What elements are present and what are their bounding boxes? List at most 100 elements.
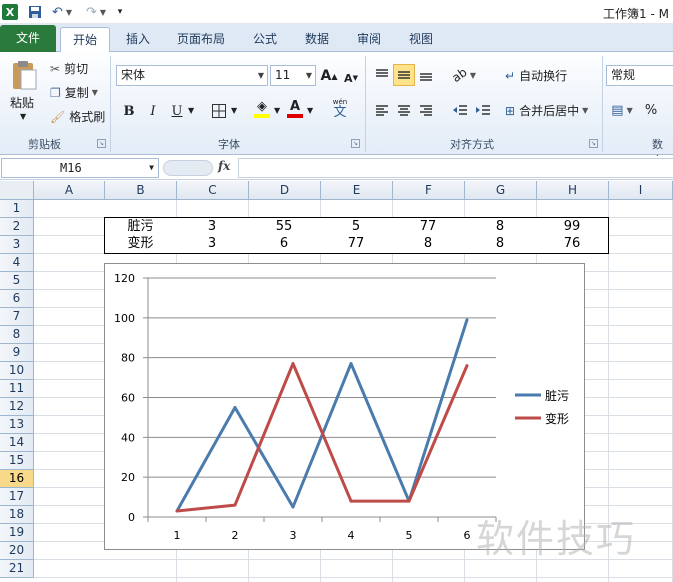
merge-dropdown-icon[interactable]: ▼	[582, 106, 588, 115]
table-cell[interactable]: 3	[176, 217, 249, 236]
row-header-2[interactable]: 2	[0, 218, 34, 236]
redo-icon[interactable]: ↷ ▼	[82, 3, 110, 21]
table-cell[interactable]: 55	[248, 217, 321, 236]
align-left-button[interactable]	[371, 99, 393, 121]
paste-icon[interactable]	[8, 57, 40, 93]
column-header-h[interactable]: H	[537, 181, 609, 200]
borders-button[interactable]	[208, 100, 230, 122]
row-header-7[interactable]: 7	[0, 308, 34, 326]
font-launcher-icon[interactable]: ↘	[351, 139, 360, 148]
row-header-6[interactable]: 6	[0, 290, 34, 308]
row-header-18[interactable]: 18	[0, 506, 34, 524]
row-header-9[interactable]: 9	[0, 344, 34, 362]
customize-toolbar-icon[interactable]: ▾	[114, 3, 126, 21]
row-header-3[interactable]: 3	[0, 236, 34, 254]
formula-bar-expander[interactable]	[163, 160, 213, 176]
percent-style-button[interactable]: %	[640, 99, 662, 121]
font-color-dropdown-icon[interactable]: ▼	[307, 106, 313, 115]
column-header-g[interactable]: G	[465, 181, 537, 200]
alignment-launcher-icon[interactable]: ↘	[589, 139, 598, 148]
align-right-button[interactable]	[415, 99, 437, 121]
increase-indent-button[interactable]	[472, 99, 494, 121]
clipboard-launcher-icon[interactable]: ↘	[97, 139, 106, 148]
tab-page-layout[interactable]: 页面布局	[170, 27, 232, 52]
italic-button[interactable]: I	[142, 100, 164, 122]
format-painter-button[interactable]: 🖌 格式刷	[50, 108, 105, 125]
row-label-cell[interactable]: 变形	[104, 235, 177, 254]
table-cell[interactable]: 6	[248, 235, 321, 254]
decrease-indent-button[interactable]	[449, 99, 471, 121]
column-header-i[interactable]: I	[609, 181, 673, 200]
tab-view[interactable]: 视图	[402, 27, 440, 52]
table-cell[interactable]: 5	[320, 217, 393, 236]
column-header-e[interactable]: E	[321, 181, 393, 200]
tab-data[interactable]: 数据	[298, 27, 336, 52]
wrap-text-button[interactable]: ↵ 自动换行	[505, 67, 567, 84]
grow-font-button[interactable]: A ▲	[318, 65, 340, 87]
tab-file[interactable]: 文件	[0, 25, 56, 52]
column-header-f[interactable]: F	[393, 181, 465, 200]
copy-dropdown-icon[interactable]: ▼	[92, 88, 98, 97]
row-header-13[interactable]: 13	[0, 416, 34, 434]
shrink-font-button[interactable]: A ▼	[340, 67, 362, 89]
table-cell[interactable]: 77	[392, 217, 465, 236]
tab-home[interactable]: 开始	[60, 27, 110, 52]
row-header-19[interactable]: 19	[0, 524, 34, 542]
row-header-12[interactable]: 12	[0, 398, 34, 416]
table-cell[interactable]: 99	[536, 217, 609, 236]
table-cell[interactable]: 76	[536, 235, 609, 254]
align-middle-button[interactable]	[393, 64, 415, 86]
row-header-20[interactable]: 20	[0, 542, 34, 560]
undo-icon[interactable]: ↶ ▼	[48, 3, 76, 21]
row-header-21[interactable]: 21	[0, 560, 34, 578]
select-all-button[interactable]	[0, 181, 34, 200]
underline-button[interactable]: U	[166, 100, 188, 122]
row-header-10[interactable]: 10	[0, 362, 34, 380]
column-header-c[interactable]: C	[177, 181, 249, 200]
bold-button[interactable]: B	[118, 100, 140, 122]
column-header-a[interactable]: A	[34, 181, 105, 200]
tab-review[interactable]: 审阅	[350, 27, 388, 52]
font-size-select[interactable]: 11 ▼	[270, 65, 316, 86]
fill-color-button[interactable]: ◈	[251, 98, 273, 120]
align-center-button[interactable]	[393, 99, 415, 121]
column-header-d[interactable]: D	[249, 181, 321, 200]
align-bottom-button[interactable]	[415, 64, 437, 86]
paste-button[interactable]: 粘贴	[10, 94, 34, 111]
tab-formulas[interactable]: 公式	[246, 27, 284, 52]
phonetic-button[interactable]: wén 文	[326, 96, 354, 122]
row-header-11[interactable]: 11	[0, 380, 34, 398]
row-header-8[interactable]: 8	[0, 326, 34, 344]
row-header-15[interactable]: 15	[0, 452, 34, 470]
accounting-format-button[interactable]: ▤ ▼	[608, 99, 636, 121]
fill-dropdown-icon[interactable]: ▼	[274, 106, 280, 115]
table-cell[interactable]: 3	[176, 235, 249, 254]
save-icon[interactable]	[26, 3, 44, 21]
row-header-1[interactable]: 1	[0, 200, 34, 218]
font-color-button[interactable]: A	[284, 98, 306, 120]
paste-dropdown-icon[interactable]: ▼	[20, 112, 26, 121]
copy-button[interactable]: ❐ 复制 ▼	[50, 84, 98, 101]
formula-input[interactable]	[238, 158, 673, 178]
merge-center-button[interactable]: ⊞ 合并后居中 ▼	[505, 102, 588, 119]
table-cell[interactable]: 8	[464, 217, 537, 236]
font-name-select[interactable]: 宋体 ▼	[116, 65, 268, 86]
row-label-cell[interactable]: 脏污	[104, 217, 177, 236]
row-header-17[interactable]: 17	[0, 488, 34, 506]
name-box[interactable]: M16 ▼	[1, 158, 159, 178]
row-header-16[interactable]: 16	[0, 470, 34, 488]
insert-function-button[interactable]: fx	[218, 159, 230, 173]
row-header-14[interactable]: 14	[0, 434, 34, 452]
row-header-4[interactable]: 4	[0, 254, 34, 272]
table-cell[interactable]: 77	[320, 235, 393, 254]
underline-dropdown-icon[interactable]: ▼	[188, 106, 194, 115]
table-cell[interactable]: 8	[464, 235, 537, 254]
line-chart[interactable]: 0 20 40 60 80 100 120 1 2 3 4 5 6 脏污 变形	[104, 263, 585, 550]
orientation-button[interactable]: ab ▼	[449, 64, 479, 86]
table-cell[interactable]: 8	[392, 235, 465, 254]
cut-button[interactable]: ✂ 剪切	[50, 60, 88, 77]
borders-dropdown-icon[interactable]: ▼	[231, 106, 237, 115]
row-header-5[interactable]: 5	[0, 272, 34, 290]
number-format-select[interactable]: 常规	[606, 65, 673, 86]
tab-insert[interactable]: 插入	[118, 27, 158, 52]
